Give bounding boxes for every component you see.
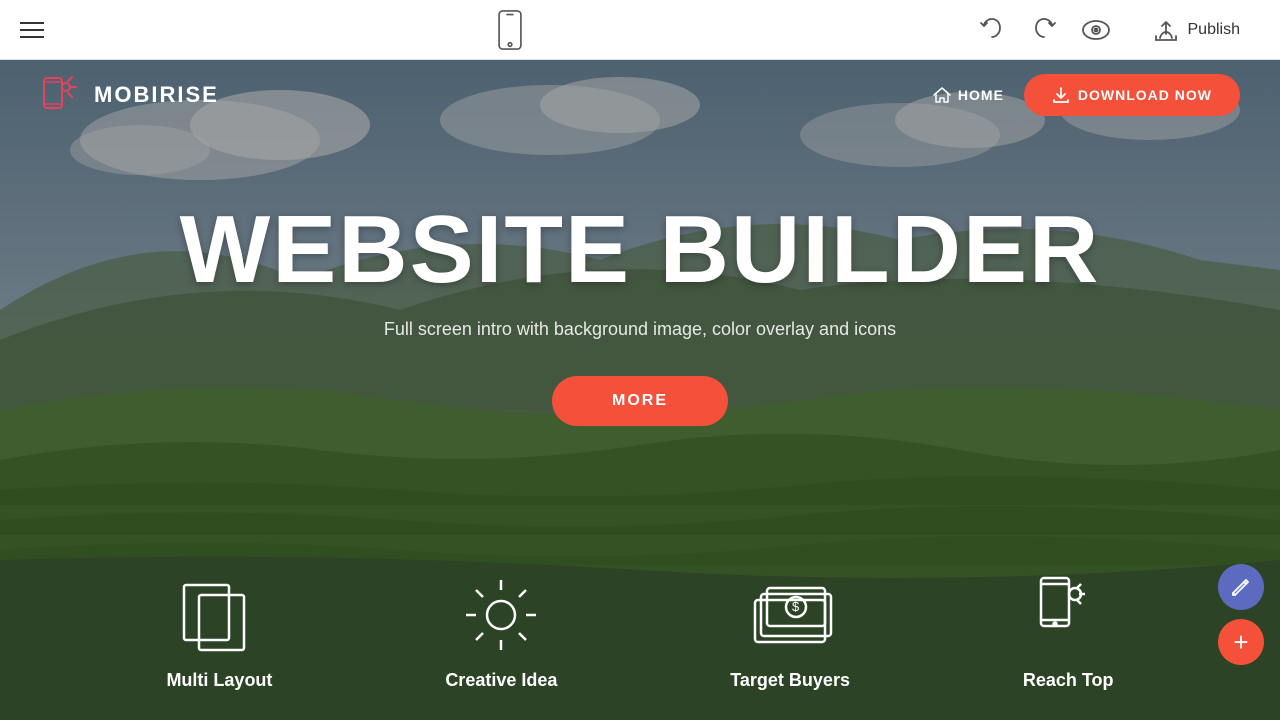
- creative-idea-icon: [456, 570, 546, 660]
- svg-text:$: $: [792, 599, 800, 614]
- feature-reach-top: Reach Top: [1023, 570, 1114, 691]
- download-label: DOWNLOAD NOW: [1078, 87, 1212, 103]
- navbar: MOBIRISE HOME DOWNLOAD NOW: [0, 60, 1280, 130]
- toolbar-center: [495, 10, 525, 50]
- download-icon: [1052, 86, 1070, 104]
- plus-icon: +: [1233, 629, 1248, 655]
- home-icon: [932, 85, 952, 105]
- fab-pencil-button[interactable]: [1218, 564, 1264, 610]
- multi-layout-icon: [174, 570, 264, 660]
- hamburger-menu[interactable]: [20, 22, 44, 38]
- fab-plus-button[interactable]: +: [1218, 619, 1264, 665]
- home-nav-item[interactable]: HOME: [932, 85, 1004, 105]
- target-buyers-icon: $: [745, 570, 835, 660]
- nav-links: HOME DOWNLOAD NOW: [932, 74, 1240, 116]
- feature-label-reach-top: Reach Top: [1023, 670, 1114, 691]
- publish-label: Publish: [1188, 21, 1240, 39]
- feature-multi-layout: Multi Layout: [166, 570, 272, 691]
- main-content: MOBIRISE HOME DOWNLOAD NOW WEBSITE BUILD…: [0, 60, 1280, 720]
- feature-label-multi-layout: Multi Layout: [166, 670, 272, 691]
- hero-section: WEBSITE BUILDER Full screen intro with b…: [0, 140, 1280, 426]
- publish-button[interactable]: Publish: [1132, 8, 1260, 52]
- features-row: Multi Layout Creative Idea: [0, 540, 1280, 720]
- redo-button[interactable]: [1028, 14, 1060, 46]
- feature-target-buyers: $ Target Buyers: [730, 570, 850, 691]
- logo-text: MOBIRISE: [94, 82, 219, 108]
- reach-top-icon: [1023, 570, 1113, 660]
- logo-icon: [40, 73, 84, 117]
- feature-label-target-buyers: Target Buyers: [730, 670, 850, 691]
- home-label: HOME: [958, 87, 1004, 103]
- toolbar: Publish: [0, 0, 1280, 60]
- feature-label-creative-idea: Creative Idea: [445, 670, 557, 691]
- toolbar-right: Publish: [976, 8, 1260, 52]
- more-button[interactable]: MORE: [552, 376, 728, 426]
- mobile-preview-button[interactable]: [495, 10, 525, 50]
- undo-button[interactable]: [976, 14, 1008, 46]
- hero-title: WEBSITE BUILDER: [180, 200, 1101, 301]
- hero-subtitle: Full screen intro with background image,…: [384, 319, 896, 340]
- preview-button[interactable]: [1080, 14, 1112, 46]
- logo: MOBIRISE: [40, 73, 219, 117]
- download-button[interactable]: DOWNLOAD NOW: [1024, 74, 1240, 116]
- feature-creative-idea: Creative Idea: [445, 570, 557, 691]
- toolbar-left: [20, 22, 44, 38]
- pencil-icon: [1230, 576, 1252, 598]
